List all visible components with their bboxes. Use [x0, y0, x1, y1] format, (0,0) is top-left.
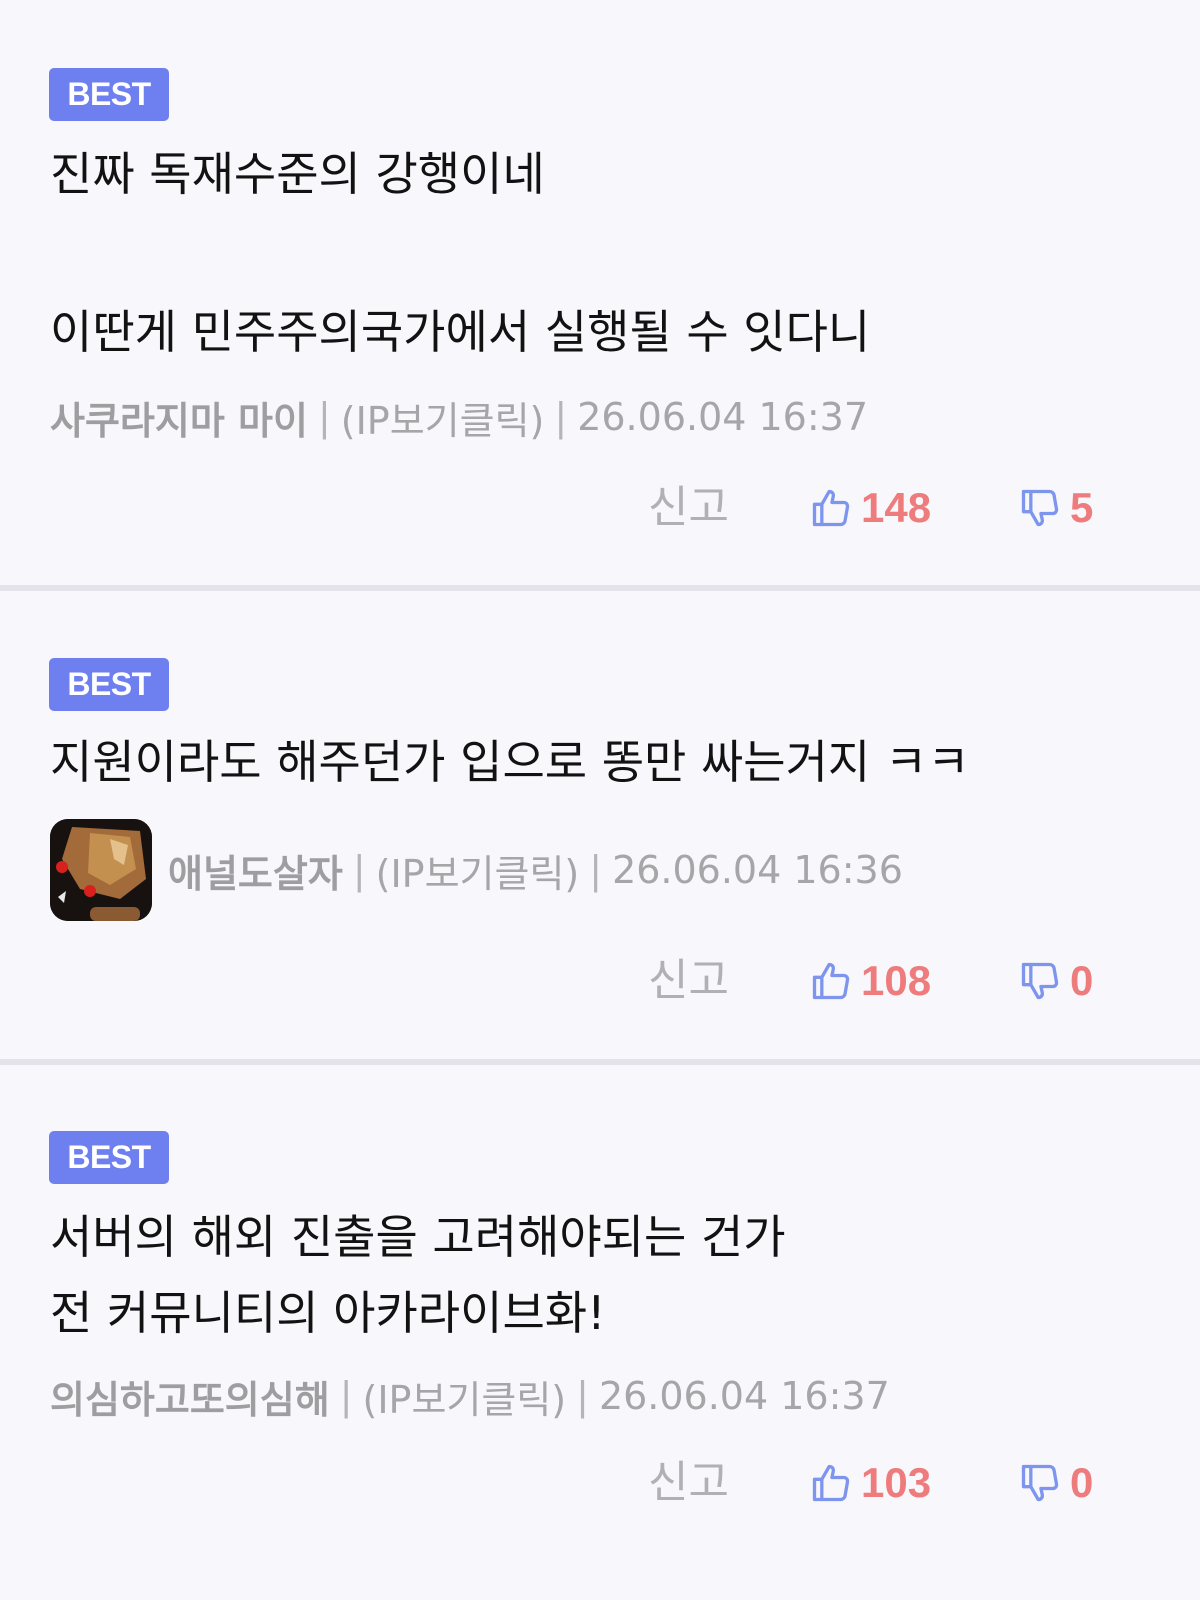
best-badge: BEST — [49, 1131, 169, 1184]
like-count: 148 — [861, 484, 932, 531]
dislike-count: 0 — [1070, 1459, 1094, 1506]
comment-timestamp: 26.06.04 16:36 — [612, 848, 903, 892]
report-button[interactable]: 신고 — [648, 951, 729, 1011]
meta-separator: | — [576, 1374, 589, 1418]
comment-actions: 신고 108 0 — [0, 951, 1200, 1011]
comment-text-line-1: 진짜 독재수준의 강행이네 — [50, 147, 545, 201]
comment-1: BEST 진짜 독재수준의 강행이네 이딴게 민주주의국가에서 실행될 수 잇다… — [0, 0, 1200, 590]
dislike-button[interactable]: 0 — [1018, 951, 1093, 1011]
report-button[interactable]: 신고 — [648, 478, 729, 538]
comment-timestamp: 26.06.04 16:37 — [577, 395, 869, 439]
report-button[interactable]: 신고 — [648, 1453, 729, 1513]
thumbs-down-icon — [1021, 489, 1059, 527]
thumbs-up-icon — [812, 1464, 850, 1502]
best-badge: BEST — [49, 68, 169, 121]
comment-text-line-2: 전 커뮤니티의 아카라이브화! — [50, 1286, 606, 1340]
comment-timestamp: 26.06.04 16:37 — [598, 1374, 890, 1418]
ip-view-link[interactable]: (IP보기클릭) — [363, 1369, 567, 1424]
meta-separator: | — [554, 395, 568, 439]
comment-text-line-2: 이딴게 민주주의국가에서 실행될 수 잇다니 — [50, 305, 871, 359]
thumbs-down-icon — [1021, 962, 1059, 1000]
like-button[interactable]: 103 — [809, 1453, 931, 1513]
dislike-button[interactable]: 5 — [1018, 478, 1093, 538]
thumbs-up-icon — [812, 489, 850, 527]
thumbs-up-icon — [812, 962, 850, 1000]
comment-actions: 신고 103 0 — [0, 1453, 1200, 1513]
dislike-button[interactable]: 0 — [1018, 1453, 1093, 1513]
comment-text-line-1: 지원이라도 해주던가 입으로 똥만 싸는거지 ㅋㅋ — [50, 735, 970, 789]
comment-meta: 의심하고또의심해 | (IP보기클릭) | 26.06.04 16:37 — [50, 1369, 890, 1424]
comment-actions: 신고 148 5 — [0, 478, 1200, 538]
dislike-count: 0 — [1070, 957, 1094, 1004]
meta-separator: | — [339, 1374, 353, 1418]
author-name[interactable]: 애널도살자 — [168, 843, 343, 898]
author-name[interactable]: 의심하고또의심해 — [50, 1369, 330, 1424]
best-badge: BEST — [49, 658, 169, 711]
ip-view-link[interactable]: (IP보기클릭) — [341, 390, 545, 445]
thumbs-down-icon — [1021, 1464, 1059, 1502]
comment-meta: 사쿠라지마 마이 | (IP보기클릭) | 26.06.04 16:37 — [50, 390, 869, 445]
dislike-count: 5 — [1070, 484, 1094, 531]
author-name[interactable]: 사쿠라지마 마이 — [50, 390, 308, 445]
comment-2: BEST 지원이라도 해주던가 입으로 똥만 싸는거지 ㅋㅋ 애널도살자 | (… — [0, 591, 1200, 1061]
like-button[interactable]: 148 — [809, 478, 931, 538]
meta-separator: | — [317, 395, 331, 439]
like-button[interactable]: 108 — [809, 951, 931, 1011]
like-count: 108 — [861, 957, 932, 1004]
comment-text-line-1: 서버의 해외 진출을 고려해야되는 건가 — [50, 1210, 786, 1264]
comment-meta: 애널도살자 | (IP보기클릭) | 26.06.04 16:36 — [50, 819, 903, 921]
comment-3: BEST 서버의 해외 진출을 고려해야되는 건가 전 커뮤니티의 아카라이브화… — [0, 1065, 1200, 1600]
ip-view-link[interactable]: (IP보기클릭) — [376, 843, 580, 898]
meta-separator: | — [589, 848, 603, 892]
user-avatar[interactable] — [50, 819, 152, 921]
meta-separator: | — [352, 848, 366, 892]
like-count: 103 — [861, 1459, 932, 1506]
